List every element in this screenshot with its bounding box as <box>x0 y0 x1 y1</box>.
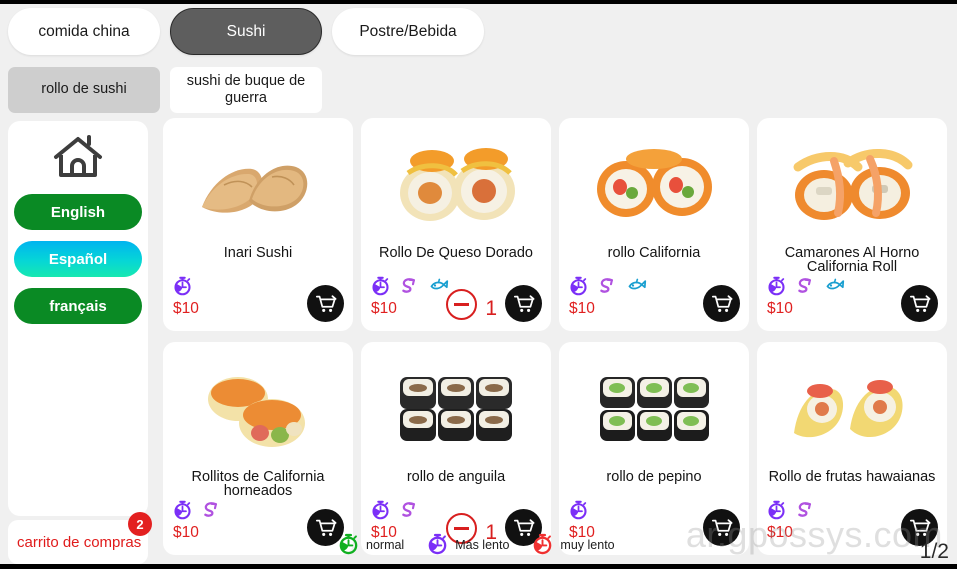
product-card[interactable]: Rollo De Queso Dorado $10 1 <box>361 118 551 331</box>
product-attribute-icons <box>766 499 816 525</box>
subcategory-tab-label: rollo de sushi <box>41 81 127 98</box>
shopping-cart-button[interactable]: carrito de compras 2 <box>8 512 152 564</box>
product-card[interactable]: Camarones Al Horno California Roll $10 <box>757 118 947 331</box>
shopping-cart-label: carrito de compras <box>17 533 142 551</box>
product-attribute-icons <box>766 275 845 301</box>
legend-item: Más lento <box>426 532 509 558</box>
timer-icon <box>172 275 193 301</box>
product-name: rollo de pepino <box>606 469 702 485</box>
product-attribute-icons <box>370 275 449 301</box>
product-price: $10 <box>371 300 397 317</box>
product-attribute-icons <box>370 499 420 525</box>
pos-app-window: comida china Sushi Postre/Bebida rollo de … <box>0 0 957 569</box>
product-card[interactable]: Rollitos de California horneados $10 <box>163 342 353 555</box>
product-card[interactable]: Rollo de frutas hawaianas $10 <box>757 342 947 555</box>
timer-icon <box>568 275 589 301</box>
subcategory-tab-rollo-de-sushi[interactable]: rollo de sushi <box>8 67 160 113</box>
add-to-cart-button[interactable] <box>505 285 542 322</box>
fish-icon <box>824 275 845 301</box>
product-name: Camarones Al Horno California Roll <box>784 245 920 276</box>
fish-icon <box>626 275 647 301</box>
product-price: $10 <box>767 524 793 541</box>
product-name: rollo de anguila <box>406 469 506 485</box>
language-button-english[interactable]: English <box>14 194 142 230</box>
product-attribute-icons <box>172 275 193 301</box>
legend-item: muy lento <box>531 532 615 558</box>
language-button-espaol[interactable]: Español <box>14 241 142 277</box>
product-card[interactable]: rollo California $10 <box>559 118 749 331</box>
speed-legend: normal Más lento muy lento <box>337 532 629 558</box>
subcategory-tab-label: sushi de buque de guerra <box>186 72 306 106</box>
product-attribute-icons <box>568 275 647 301</box>
product-card[interactable]: Inari Sushi $10 <box>163 118 353 331</box>
product-name: Inari Sushi <box>223 245 293 261</box>
timer-icon <box>370 499 391 525</box>
language-list: English Español français <box>14 194 142 335</box>
timer-icon <box>568 499 589 525</box>
decrement-quantity-button[interactable] <box>446 289 477 320</box>
product-price: $10 <box>173 524 199 541</box>
sidebar: English Español français <box>8 121 148 516</box>
add-to-cart-button[interactable] <box>307 285 344 322</box>
timer-icon <box>172 499 193 525</box>
cart-count-badge: 2 <box>128 512 152 536</box>
swirl-icon <box>795 275 816 301</box>
product-attribute-icons <box>172 499 222 525</box>
product-card[interactable]: rollo de pepino $10 <box>559 342 749 555</box>
category-tab-comida-china[interactable]: comida china <box>8 8 160 55</box>
timer-icon <box>766 499 787 525</box>
timer-icon-red <box>531 532 554 558</box>
legend-label: Más lento <box>455 538 510 552</box>
product-image <box>361 348 551 470</box>
swirl-icon <box>399 499 420 525</box>
timer-icon-green <box>337 532 360 558</box>
quantity-value: 1 <box>485 297 497 320</box>
fish-icon <box>428 275 449 301</box>
subcategory-tab-sushi-de-buque-de-guerra[interactable]: sushi de buque de guerra <box>170 67 322 113</box>
swirl-icon <box>597 275 618 301</box>
language-button-franais[interactable]: français <box>14 288 142 324</box>
legend-label: muy lento <box>560 538 615 552</box>
product-name: rollo California <box>607 245 701 261</box>
product-image <box>163 124 353 246</box>
home-icon[interactable] <box>51 133 105 186</box>
add-to-cart-button[interactable] <box>703 285 740 322</box>
product-price: $10 <box>767 300 793 317</box>
add-to-cart-button[interactable] <box>901 285 938 322</box>
category-tab-label: Sushi <box>226 22 266 40</box>
subcategory-tabbar: rollo de sushi sushi de buque de guerra <box>8 67 322 113</box>
timer-icon <box>766 275 787 301</box>
category-tabbar: comida china Sushi Postre/Bebida <box>8 8 484 55</box>
timer-icon-purple <box>426 532 449 558</box>
product-image <box>559 124 749 246</box>
swirl-icon <box>201 499 222 525</box>
language-button-label: English <box>50 203 106 221</box>
page-indicator: 1/2 <box>919 540 949 563</box>
product-image <box>757 348 947 470</box>
language-button-label: Español <box>48 250 108 268</box>
swirl-icon <box>795 499 816 525</box>
product-name: Rollitos de California horneados <box>191 469 325 500</box>
product-name: Rollo de frutas hawaianas <box>768 469 936 485</box>
category-tab-sushi[interactable]: Sushi <box>170 8 322 55</box>
product-name: Rollo De Queso Dorado <box>379 245 533 261</box>
category-tab-postre-bebida[interactable]: Postre/Bebida <box>332 8 484 55</box>
language-button-label: français <box>49 297 107 315</box>
product-image <box>559 348 749 470</box>
product-grid: Inari Sushi $10 Rollo De Queso Dorado $10 1 r… <box>163 118 957 555</box>
product-price: $10 <box>569 300 595 317</box>
category-tab-label: comida china <box>38 22 130 40</box>
product-price: $10 <box>173 300 199 317</box>
legend-item: normal <box>337 532 404 558</box>
swirl-icon <box>399 275 420 301</box>
category-tab-label: Postre/Bebida <box>359 22 457 40</box>
product-image <box>163 348 353 470</box>
product-image <box>361 124 551 246</box>
product-attribute-icons <box>568 499 589 525</box>
product-card[interactable]: rollo de anguila $10 1 <box>361 342 551 555</box>
legend-label: normal <box>366 538 405 552</box>
add-to-cart-button[interactable] <box>703 509 740 546</box>
product-image <box>757 124 947 246</box>
timer-icon <box>370 275 391 301</box>
